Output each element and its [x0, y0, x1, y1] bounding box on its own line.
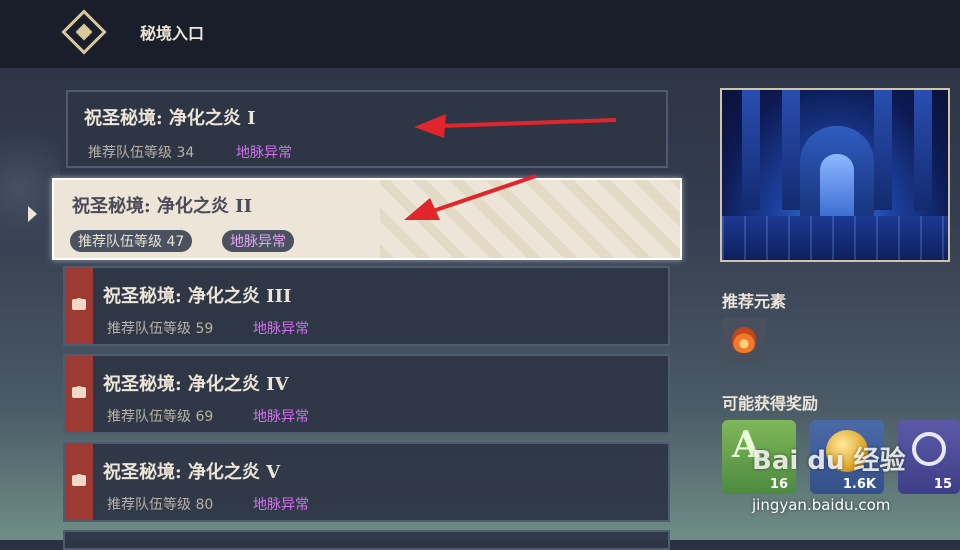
top-bar: 秘境入口	[0, 0, 960, 68]
watermark-url: jingyan.baidu.com	[752, 496, 891, 514]
recommended-level: 推荐队伍等级 47	[70, 230, 193, 252]
pyro-icon[interactable]	[722, 318, 766, 362]
rewards-label: 可能获得奖励	[722, 394, 819, 413]
menu-diamond-icon[interactable]	[61, 9, 107, 55]
ley-line-tag: 地脉异常	[236, 145, 292, 161]
lock-icon	[72, 387, 86, 398]
reward-count: 16	[769, 477, 788, 492]
page-title: 秘境入口	[140, 24, 205, 43]
lock-icon	[72, 299, 86, 310]
annotation-arrow-1	[414, 114, 617, 138]
domain-name: 祝圣秘境: 净化之炎 III	[103, 286, 292, 307]
companionship-exp-icon[interactable]: 15	[898, 420, 960, 494]
domain-name: 祝圣秘境: 净化之炎 I	[84, 108, 256, 129]
ley-line-tag: 地脉异常	[253, 497, 309, 513]
recommended-level: 推荐队伍等级 80	[107, 497, 214, 513]
annotation-arrow-2	[404, 174, 537, 220]
domain-name: 祝圣秘境: 净化之炎 IV	[103, 374, 289, 395]
recommended-level: 推荐队伍等级 59	[107, 321, 214, 337]
domain-name: 祝圣秘境: 净化之炎 V	[103, 462, 281, 483]
lock-icon	[72, 475, 86, 486]
domain-preview-image	[720, 88, 950, 262]
locked-strip	[65, 268, 93, 344]
domain-item-4[interactable]: 祝圣秘境: 净化之炎 IV 推荐队伍等级 69 地脉异常	[63, 354, 670, 434]
domain-name: 祝圣秘境: 净化之炎 II	[72, 196, 253, 217]
ley-line-tag: 地脉异常	[253, 321, 309, 337]
baidu-watermark: Bai du 经验	[752, 446, 906, 476]
domain-item-partial[interactable]	[63, 530, 670, 550]
ley-line-tag: 地脉异常	[253, 409, 309, 425]
reward-count: 15	[933, 477, 952, 492]
recommended-level: 推荐队伍等级 34	[88, 145, 195, 161]
selected-indicator-arrow-icon	[28, 206, 37, 222]
background-ornament	[0, 68, 60, 540]
recommended-level: 推荐队伍等级 69	[107, 409, 214, 425]
recommended-elements-label: 推荐元素	[722, 292, 787, 311]
locked-strip	[65, 444, 93, 520]
reward-count: 1.6K	[842, 477, 876, 492]
ley-line-tag: 地脉异常	[222, 230, 294, 252]
domain-item-3[interactable]: 祝圣秘境: 净化之炎 III 推荐队伍等级 59 地脉异常	[63, 266, 670, 346]
locked-strip	[65, 356, 93, 432]
annotation-arrows	[404, 114, 617, 220]
domain-item-5[interactable]: 祝圣秘境: 净化之炎 V 推荐队伍等级 80 地脉异常	[63, 442, 670, 522]
